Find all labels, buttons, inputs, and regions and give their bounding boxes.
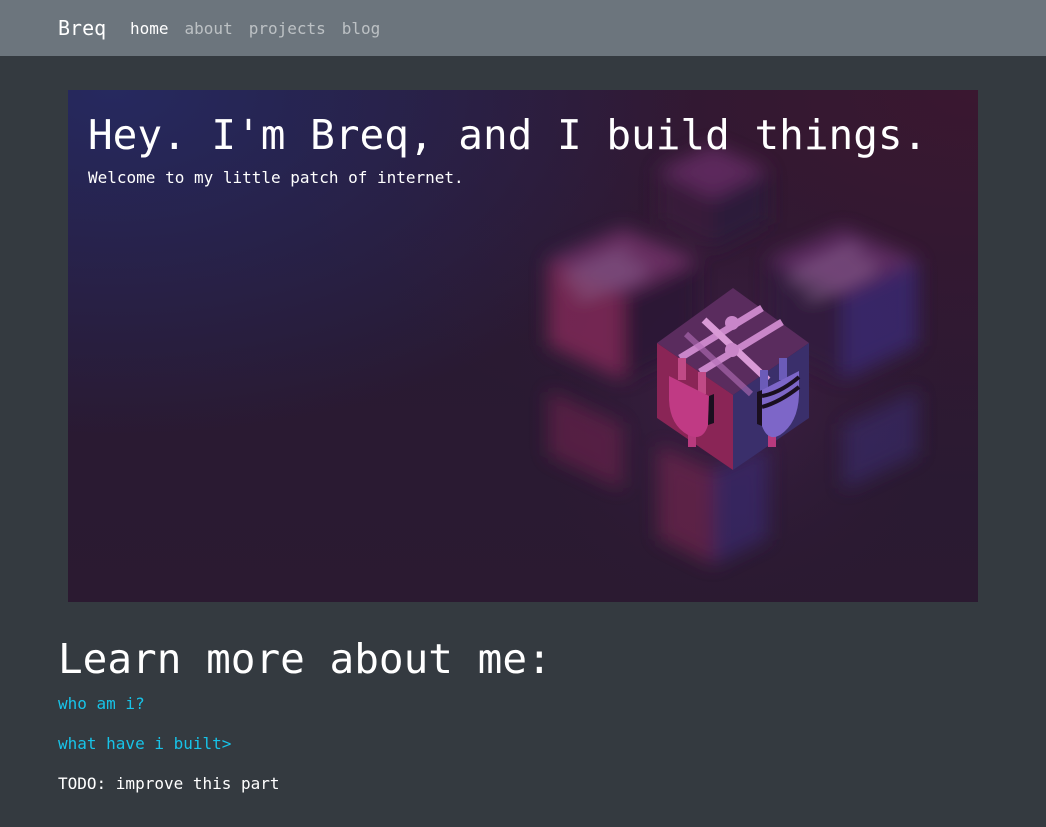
todo-note: TODO: improve this part — [58, 774, 280, 793]
nav-link-home[interactable]: home — [130, 19, 169, 39]
learn-more-heading: Learn more about me: — [58, 635, 552, 683]
what-have-i-built-link[interactable]: what have i built> — [58, 734, 231, 754]
hero-subtitle: Welcome to my little patch of internet. — [88, 168, 464, 187]
brand-link[interactable]: Breq — [58, 15, 106, 41]
nav-link-blog[interactable]: blog — [342, 19, 381, 39]
nav-links: home about projects blog — [130, 19, 380, 39]
hero-banner: Hey. I'm Breq, and I build things. Welco… — [68, 90, 978, 602]
cube-illustration — [503, 145, 963, 602]
who-am-i-link[interactable]: who am i? — [58, 694, 145, 714]
nav-link-projects[interactable]: projects — [249, 19, 326, 39]
navbar: Breq home about projects blog — [0, 0, 1046, 56]
nav-link-about[interactable]: about — [185, 19, 233, 39]
hero-title: Hey. I'm Breq, and I build things. — [88, 111, 928, 159]
